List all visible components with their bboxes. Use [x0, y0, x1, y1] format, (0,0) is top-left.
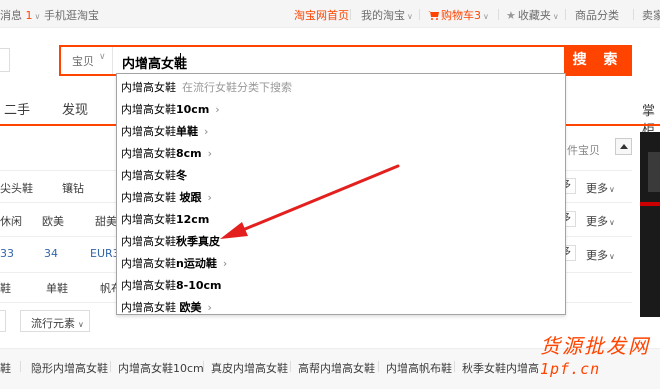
chevron-down-icon: ∨: [34, 12, 41, 21]
suggestion-text: 内增高女鞋n运动鞋 ›: [121, 257, 228, 270]
related-divider: [378, 361, 379, 372]
suggestion-text: 内增高女鞋 坡跟 ›: [121, 191, 212, 204]
chevron-right-icon[interactable]: ›: [208, 301, 212, 314]
suggestion-item[interactable]: 内增高女鞋10cm ›: [117, 96, 565, 118]
trend-element-dropdown[interactable]: 流行元素 ∨: [20, 310, 90, 332]
related-divider: [454, 361, 455, 372]
chevron-right-icon[interactable]: ›: [223, 257, 227, 270]
cart-link[interactable]: 购物车3 ∨: [428, 7, 489, 23]
related-divider: [203, 361, 204, 372]
related-search-link[interactable]: 高帮内增高女鞋: [298, 360, 375, 376]
suggestion-text: 内增高女鞋8cm ›: [121, 147, 213, 160]
favorites-link[interactable]: ★ 收藏夹 ∨: [506, 7, 559, 23]
related-search-link[interactable]: 内增高女鞋10cm: [118, 360, 204, 376]
cart-icon: [428, 11, 439, 20]
chevron-down-icon: ∨: [483, 12, 489, 21]
search-button[interactable]: 搜 索: [564, 45, 632, 76]
result-count-label: 件宝贝: [567, 144, 600, 157]
filter-option[interactable]: 镶钻: [62, 180, 84, 196]
related-divider: [20, 361, 21, 372]
suggestion-item[interactable]: 内增高女鞋单鞋 ›: [117, 118, 565, 140]
suggestion-item[interactable]: 内增高女鞋秋季真皮: [117, 228, 565, 250]
topbar-divider: [498, 9, 499, 20]
related-search-link[interactable]: 鞋: [0, 360, 11, 376]
suggestion-text: 内增高女鞋12cm: [121, 213, 210, 226]
nav-tab-discover[interactable]: 发现: [62, 99, 88, 118]
my-taobao-link[interactable]: 我的淘宝 ∨: [361, 7, 413, 23]
chevron-down-icon: ∨: [552, 12, 559, 21]
suggestion-item[interactable]: 内增高女鞋12cm: [117, 206, 565, 228]
taobao-home-link[interactable]: 淘宝网首页: [294, 7, 349, 23]
filter-option[interactable]: 甜美: [95, 213, 117, 229]
more-button[interactable]: 更多∨: [586, 213, 615, 229]
search-input[interactable]: 内增高女鞋: [122, 53, 187, 72]
messages-link[interactable]: 消息 1 ∨: [0, 7, 40, 23]
left-filter-fragment: [0, 310, 6, 332]
topbar-divider: [350, 9, 351, 20]
suggestion-text: 内增高女鞋10cm ›: [121, 103, 220, 116]
suggestion-text: 内增高女鞋 欧美 ›: [121, 301, 212, 314]
suggestion-item[interactable]: 内增高女鞋8-10cm: [117, 272, 565, 294]
chevron-down-icon: ∨: [99, 52, 106, 62]
chevron-down-icon: ∨: [609, 218, 615, 227]
suggestion-item[interactable]: 内增高女鞋 欧美 ›: [117, 294, 565, 316]
nav-tab-secondhand[interactable]: 二手: [4, 99, 30, 118]
suggestion-item[interactable]: 内增高女鞋冬: [117, 162, 565, 184]
related-search-link[interactable]: 秋季女鞋内增高: [462, 360, 539, 376]
search-category-select[interactable]: 宝贝 ∨: [61, 47, 113, 74]
watermark-url: 1pf.cn: [540, 360, 601, 378]
suggestion-text: 内增高女鞋8-10cm: [121, 279, 222, 292]
filter-option[interactable]: 34: [44, 247, 58, 260]
related-search-link[interactable]: 隐形内增高女鞋: [31, 360, 108, 376]
messages-count-badge: 1: [25, 9, 33, 22]
chevron-down-icon: ∨: [609, 252, 615, 261]
filter-option[interactable]: 单鞋: [46, 280, 68, 296]
search-suggestion-dropdown: 内增高女鞋 在流行女鞋分类下搜索 内增高女鞋10cm › 内增高女鞋单鞋 › 内增高女鞋8c…: [116, 73, 566, 315]
filter-option[interactable]: 尖头鞋: [0, 180, 33, 196]
topbar-divider: [633, 9, 634, 20]
suggestion-item[interactable]: 内增高女鞋n运动鞋 ›: [117, 250, 565, 272]
topbar-divider: [419, 9, 420, 20]
seller-center-link[interactable]: 卖家: [642, 7, 660, 23]
site-watermark: 货源批发网 1pf.cn: [540, 330, 660, 386]
more-button[interactable]: 更多∨: [586, 180, 615, 196]
collapse-up-button[interactable]: [615, 138, 632, 155]
more-button[interactable]: 更多∨: [586, 247, 615, 263]
text-caret: [180, 53, 181, 68]
suggestion-item[interactable]: 内增高女鞋 在流行女鞋分类下搜索: [117, 74, 565, 96]
related-divider: [290, 361, 291, 372]
suggestion-item[interactable]: 内增高女鞋 坡跟 ›: [117, 184, 565, 206]
chevron-down-icon: ∨: [78, 320, 84, 329]
search-box: 宝贝 ∨ 内增高女鞋: [59, 45, 564, 76]
suggestion-item[interactable]: 内增高女鞋8cm ›: [117, 140, 565, 162]
left-edge-box: [0, 48, 10, 72]
mobile-taobao-link[interactable]: 手机逛淘宝: [44, 7, 99, 23]
star-icon: ★: [506, 9, 516, 22]
chevron-right-icon[interactable]: ›: [208, 191, 212, 204]
suggestion-text: 内增高女鞋单鞋 ›: [121, 125, 209, 138]
suggestion-text: 内增高女鞋冬: [121, 169, 187, 182]
related-search-link[interactable]: 内增高帆布鞋: [386, 360, 452, 376]
related-search-link[interactable]: 真皮内增高女鞋: [211, 360, 288, 376]
chevron-down-icon: ∨: [407, 12, 413, 21]
filter-option[interactable]: 欧美: [42, 213, 64, 229]
related-divider: [110, 361, 111, 372]
filter-option[interactable]: 休闲: [0, 213, 22, 229]
shop-banner-image: [640, 132, 660, 317]
watermark-title: 货源批发网: [540, 334, 650, 358]
chevron-right-icon[interactable]: ›: [204, 125, 208, 138]
filter-option[interactable]: 鞋: [0, 280, 11, 296]
chevron-right-icon[interactable]: ›: [215, 103, 219, 116]
suggestion-text: 内增高女鞋 在流行女鞋分类下搜索: [121, 81, 292, 94]
topbar-divider: [565, 9, 566, 20]
categories-link[interactable]: 商品分类: [575, 7, 619, 23]
suggestion-text: 内增高女鞋秋季真皮: [121, 235, 220, 248]
filter-option[interactable]: 33: [0, 247, 14, 260]
chevron-down-icon: ∨: [609, 185, 615, 194]
site-topbar: 消息 1 ∨ 手机逛淘宝 淘宝网首页 我的淘宝 ∨ 购物车3 ∨ ★ 收藏夹 ∨ 商品分类…: [0, 0, 660, 28]
chevron-right-icon[interactable]: ›: [208, 147, 212, 160]
